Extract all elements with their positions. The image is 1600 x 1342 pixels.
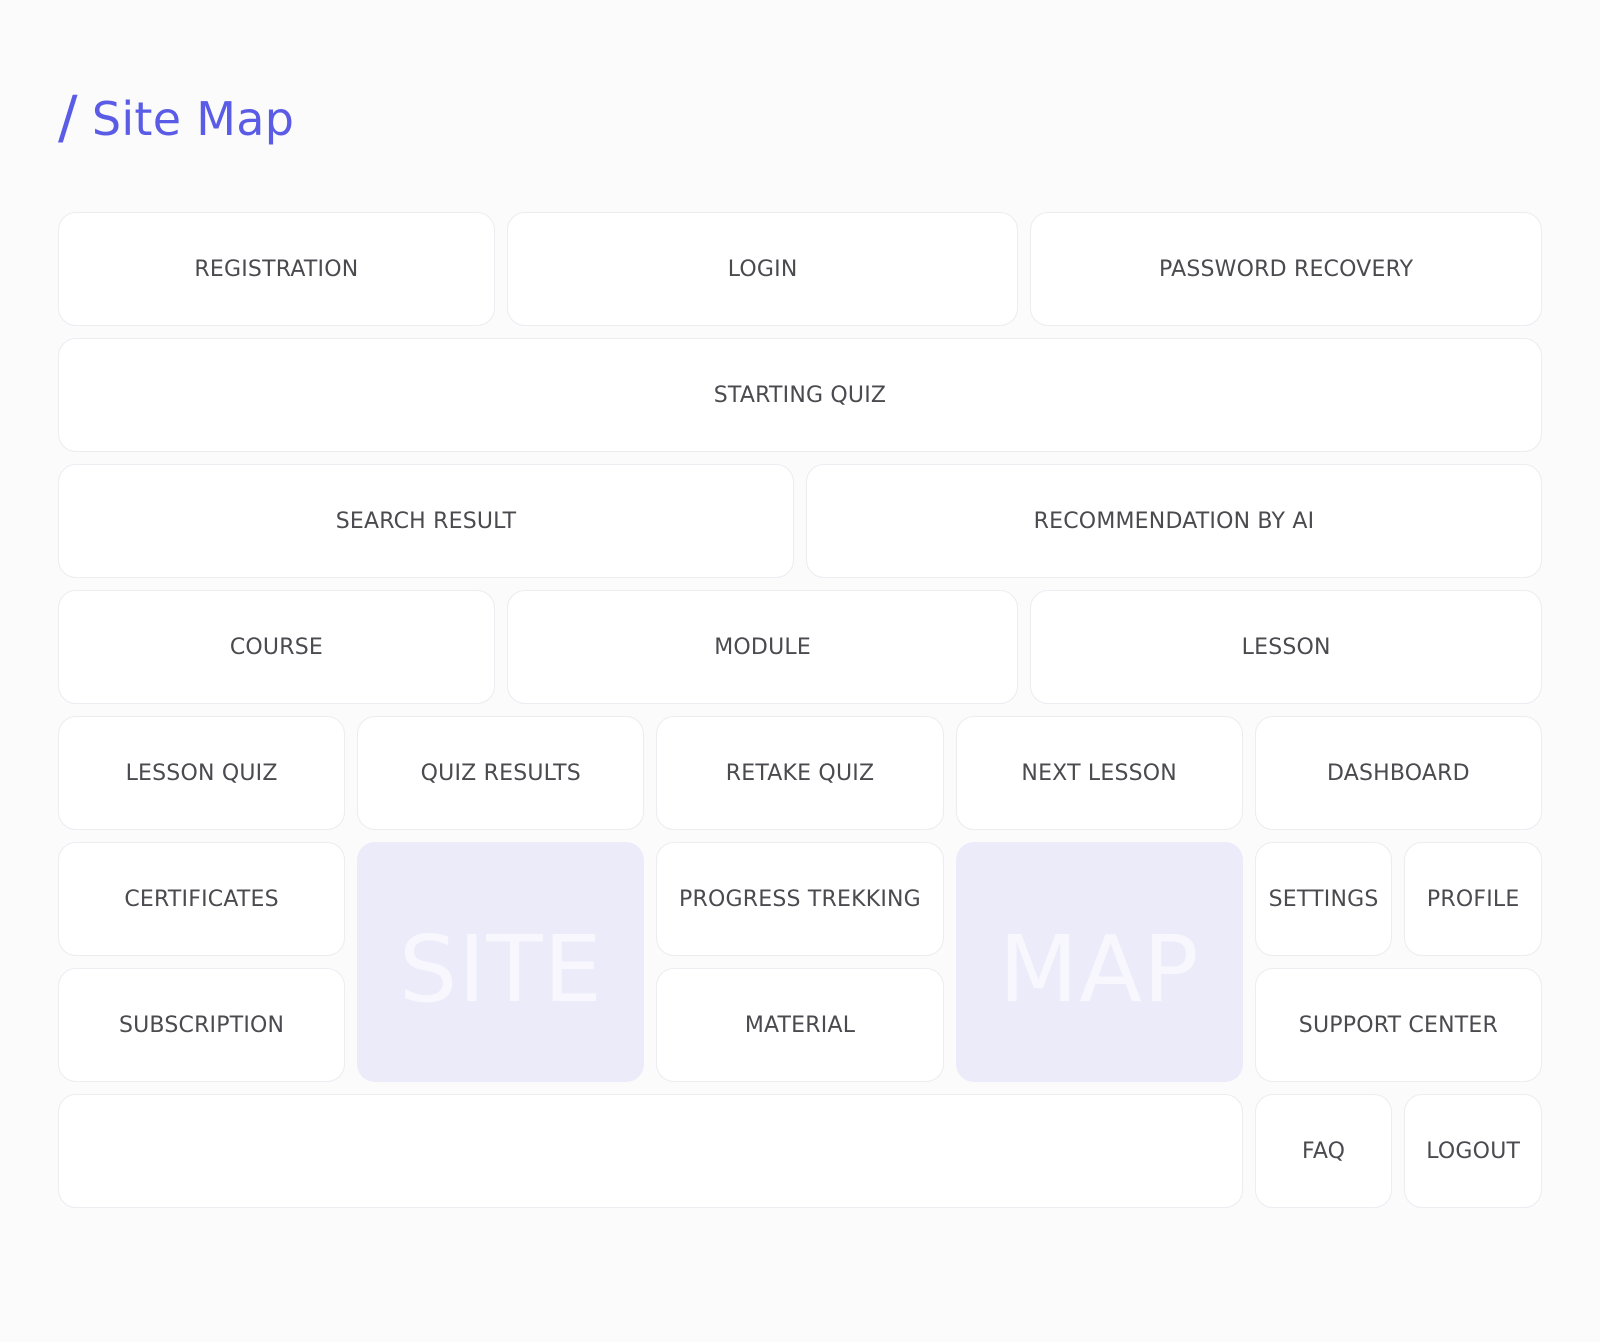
node-certificates[interactable]: CERTIFICATES (58, 842, 346, 956)
node-settings[interactable]: SETTINGS (1254, 842, 1393, 956)
node-subscription[interactable]: SUBSCRIPTION (58, 968, 346, 1082)
empty-node-block (58, 1094, 1243, 1208)
node-faq[interactable]: FAQ (1254, 1094, 1393, 1208)
node-material[interactable]: MATERIAL (656, 968, 944, 1082)
page-title: / Site Map (58, 84, 294, 154)
decorative-site-tile: SITE (357, 842, 645, 1082)
node-progress-trekking[interactable]: PROGRESS TREKKING (656, 842, 944, 956)
node-support-center[interactable]: SUPPORT CENTER (1254, 968, 1542, 1082)
node-lesson-quiz[interactable]: LESSON QUIZ (58, 716, 346, 830)
node-logout[interactable]: LOGOUT (1404, 1094, 1542, 1208)
node-search-result[interactable]: SEARCH RESULT (58, 464, 794, 578)
node-module[interactable]: MODULE (506, 590, 1019, 704)
title-text: Site Map (91, 92, 295, 146)
node-quiz-results[interactable]: QUIZ RESULTS (357, 716, 645, 830)
site-map-grid: REGISTRATION LOGIN PASSWORD RECOVERY STA… (58, 212, 1542, 1342)
node-password-recovery[interactable]: PASSWORD RECOVERY (1030, 212, 1542, 326)
node-retake-quiz[interactable]: RETAKE QUIZ (656, 716, 944, 830)
node-profile[interactable]: PROFILE (1404, 842, 1542, 956)
node-course[interactable]: COURSE (58, 590, 495, 704)
node-lesson[interactable]: LESSON (1030, 590, 1542, 704)
node-starting-quiz[interactable]: STARTING QUIZ (58, 338, 1542, 452)
decorative-map-tile: MAP (955, 842, 1243, 1082)
title-slash: / (58, 83, 78, 151)
node-next-lesson[interactable]: NEXT LESSON (955, 716, 1243, 830)
node-dashboard[interactable]: DASHBOARD (1254, 716, 1542, 830)
node-login[interactable]: LOGIN (506, 212, 1019, 326)
node-registration[interactable]: REGISTRATION (58, 212, 495, 326)
node-recommendation-by-ai[interactable]: RECOMMENDATION BY AI (805, 464, 1542, 578)
